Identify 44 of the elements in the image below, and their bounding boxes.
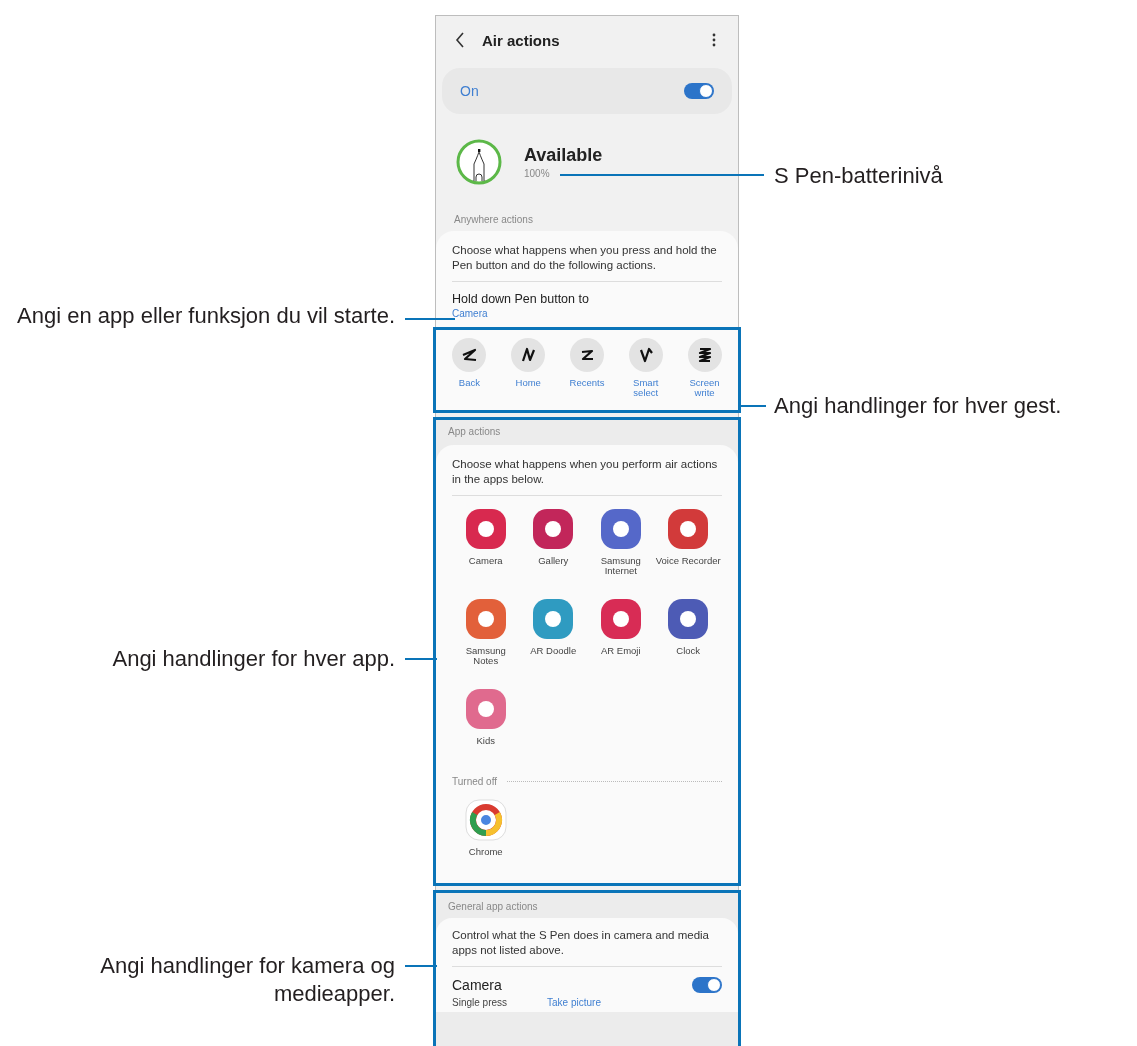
callout-text: Angi handlinger for kamera og medieapper. bbox=[99, 952, 395, 1007]
setting-title[interactable]: Hold down Pen button to bbox=[452, 291, 722, 306]
app-button[interactable]: AR Doodle bbox=[519, 597, 587, 674]
gesture-button[interactable]: Smart select bbox=[619, 337, 672, 406]
pen-status: Available bbox=[524, 145, 603, 166]
toggle-switch[interactable] bbox=[692, 976, 722, 993]
gesture-button[interactable]: Recents bbox=[561, 337, 613, 406]
gesture-icon bbox=[452, 337, 487, 372]
section-description: Choose what happens when you perform air actions in the apps below. bbox=[452, 456, 722, 496]
app-button[interactable]: Camera bbox=[452, 507, 520, 584]
gesture-button[interactable]: Home bbox=[502, 337, 555, 406]
section-header: App actions bbox=[447, 424, 502, 439]
callout-text: Angi handlinger for hver app. bbox=[111, 645, 395, 673]
switch-label: On bbox=[460, 83, 479, 99]
battery-level: 100% bbox=[524, 168, 551, 179]
app-button[interactable]: Chrome bbox=[452, 798, 520, 875]
app-button[interactable]: AR Emoji bbox=[587, 597, 655, 674]
screen-title: Air actions bbox=[482, 31, 561, 49]
setting-title: Camera bbox=[452, 976, 502, 993]
app-button[interactable]: Samsung Notes bbox=[452, 597, 520, 674]
gesture-button[interactable]: Screen write bbox=[678, 337, 731, 406]
callout-text: Angi handlinger for hver gest. bbox=[774, 392, 1063, 420]
section-header: Anywhere actions bbox=[453, 213, 534, 227]
callout-text: Angi en app eller funksjon du vil starte. bbox=[16, 302, 395, 330]
section-description: Choose what happens when you press and hold the Pen button and do the following actions. bbox=[452, 243, 722, 282]
gesture-icon bbox=[687, 337, 722, 372]
gesture-button[interactable]: Back bbox=[443, 337, 496, 406]
app-button[interactable]: Gallery bbox=[519, 507, 587, 584]
pen-icon bbox=[456, 139, 502, 185]
action-value[interactable]: Take picture bbox=[547, 996, 601, 1008]
setting-value: Camera bbox=[452, 307, 489, 319]
gesture-icon bbox=[628, 337, 663, 372]
action-label: Single press bbox=[452, 996, 508, 1008]
leader-line bbox=[405, 318, 455, 320]
callout-text: S Pen-batterinivå bbox=[774, 162, 944, 190]
gesture-icon bbox=[570, 337, 604, 372]
section-description: Control what the S Pen does in camera and media apps not listed above. bbox=[452, 927, 722, 967]
gesture-icon bbox=[511, 337, 546, 372]
app-button[interactable]: Voice Recorder bbox=[654, 507, 722, 584]
app-button[interactable]: Kids bbox=[452, 687, 520, 764]
app-button[interactable]: Clock bbox=[654, 597, 722, 674]
app-button[interactable]: Samsung Internet bbox=[587, 507, 655, 584]
toggle-switch[interactable] bbox=[684, 83, 714, 99]
section-header: Turned off bbox=[452, 775, 498, 787]
